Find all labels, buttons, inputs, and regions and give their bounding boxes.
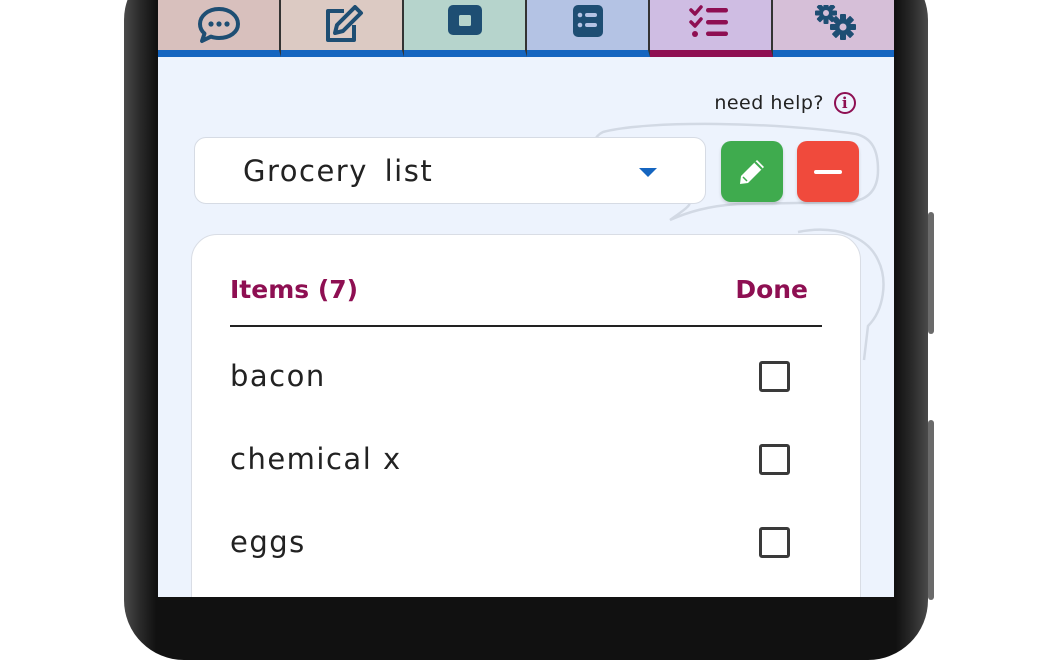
save-square-icon: [447, 5, 482, 35]
edit-list-button[interactable]: [721, 141, 783, 202]
tab-save[interactable]: [404, 0, 527, 57]
caret-down-icon: [639, 168, 657, 177]
done-checkbox[interactable]: [759, 527, 790, 558]
list-document-icon: [572, 5, 603, 37]
help-link[interactable]: need help? i: [714, 92, 856, 114]
tab-chat[interactable]: [158, 0, 281, 57]
tab-checklist[interactable]: [650, 0, 773, 57]
items-table-header: Items (7) Done: [230, 273, 822, 327]
gears-icon: [814, 5, 856, 40]
edit-note-icon: [325, 5, 363, 42]
remove-list-button[interactable]: [797, 141, 859, 202]
chat-bubble-icon: [197, 7, 240, 43]
item-label: bacon: [230, 359, 326, 393]
list-select-dropdown[interactable]: Grocery list: [194, 137, 706, 204]
tab-edit[interactable]: [281, 0, 404, 57]
help-label: need help?: [714, 92, 824, 114]
items-card: Items (7) Done bacon chemical x eggs: [191, 234, 861, 597]
selected-list-name: Grocery list: [243, 153, 434, 188]
info-icon: i: [834, 92, 856, 114]
table-row: eggs: [230, 513, 822, 595]
table-row: bacon: [230, 347, 822, 429]
item-label: eggs: [230, 525, 306, 559]
power-button: [928, 420, 934, 600]
done-checkbox[interactable]: [759, 361, 790, 392]
table-row: chemical x: [230, 430, 822, 512]
volume-button: [928, 212, 934, 334]
tab-settings[interactable]: [773, 0, 894, 57]
minus-icon: [814, 169, 842, 174]
done-checkbox[interactable]: [759, 444, 790, 475]
app-screen: need help? i Grocery list Items (7) Done…: [158, 0, 894, 597]
items-column-header: Items (7): [230, 275, 359, 304]
tab-bar: [158, 0, 894, 57]
checklist-icon: [688, 5, 728, 37]
tab-list[interactable]: [527, 0, 650, 57]
item-label: chemical x: [230, 442, 402, 476]
done-column-header: Done: [735, 275, 808, 304]
pencil-icon: [740, 159, 764, 184]
